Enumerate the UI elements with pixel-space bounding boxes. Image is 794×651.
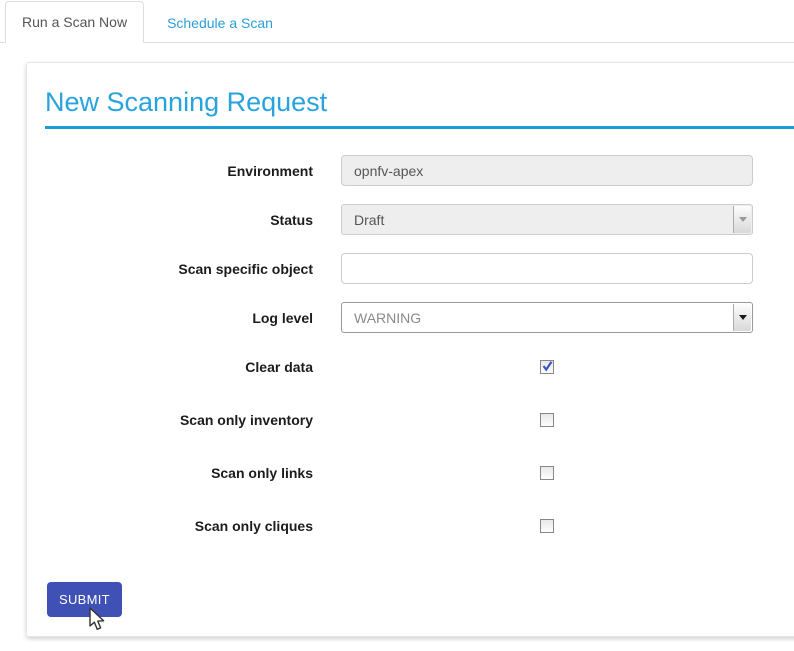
tab-bar: Run a Scan Now Schedule a Scan (0, 0, 794, 43)
environment-field (341, 155, 753, 186)
scan-only-inventory-checkbox[interactable] (540, 413, 554, 427)
checkmark-icon (542, 361, 553, 372)
form-row-scan-specific-object: Scan specific object (45, 253, 794, 284)
submit-button[interactable]: SUBMIT (47, 582, 122, 617)
form-row-clear-data: Clear data (45, 351, 794, 382)
scan-only-cliques-label: Scan only cliques (45, 518, 313, 534)
scan-only-links-label: Scan only links (45, 465, 313, 481)
status-label: Status (45, 212, 313, 228)
chevron-down-icon (739, 217, 747, 222)
form-row-environment: Environment (45, 155, 794, 186)
form-row-scan-only-inventory: Scan only inventory (45, 404, 794, 435)
scan-only-links-checkbox[interactable] (540, 466, 554, 480)
tab-schedule-a-scan[interactable]: Schedule a Scan (151, 3, 289, 43)
log-level-select[interactable]: WARNING (341, 302, 753, 333)
form-row-scan-only-cliques: Scan only cliques (45, 510, 794, 541)
scan-specific-object-input[interactable] (341, 253, 753, 284)
page-title: New Scanning Request (45, 87, 794, 117)
chevron-down-icon (739, 315, 747, 320)
status-select-value: Draft (354, 212, 384, 228)
status-dropdown-button (733, 206, 751, 233)
scan-request-form: Environment Status Draft Scan specific o… (27, 155, 794, 617)
status-select: Draft (341, 204, 753, 235)
environment-label: Environment (45, 163, 313, 179)
clear-data-checkbox[interactable] (540, 360, 554, 374)
scan-only-cliques-checkbox[interactable] (540, 519, 554, 533)
form-row-log-level: Log level WARNING (45, 302, 794, 333)
log-level-label: Log level (45, 310, 313, 326)
scan-specific-object-label: Scan specific object (45, 261, 313, 277)
tab-run-a-scan-now[interactable]: Run a Scan Now (5, 1, 144, 43)
form-row-status: Status Draft (45, 204, 794, 235)
title-underline (45, 126, 794, 129)
scan-only-inventory-label: Scan only inventory (45, 412, 313, 428)
log-level-select-value: WARNING (354, 310, 421, 326)
form-row-scan-only-links: Scan only links (45, 457, 794, 488)
log-level-dropdown-button[interactable] (733, 304, 751, 331)
clear-data-label: Clear data (45, 359, 313, 375)
new-scanning-request-card: New Scanning Request Environment Status … (26, 62, 794, 637)
